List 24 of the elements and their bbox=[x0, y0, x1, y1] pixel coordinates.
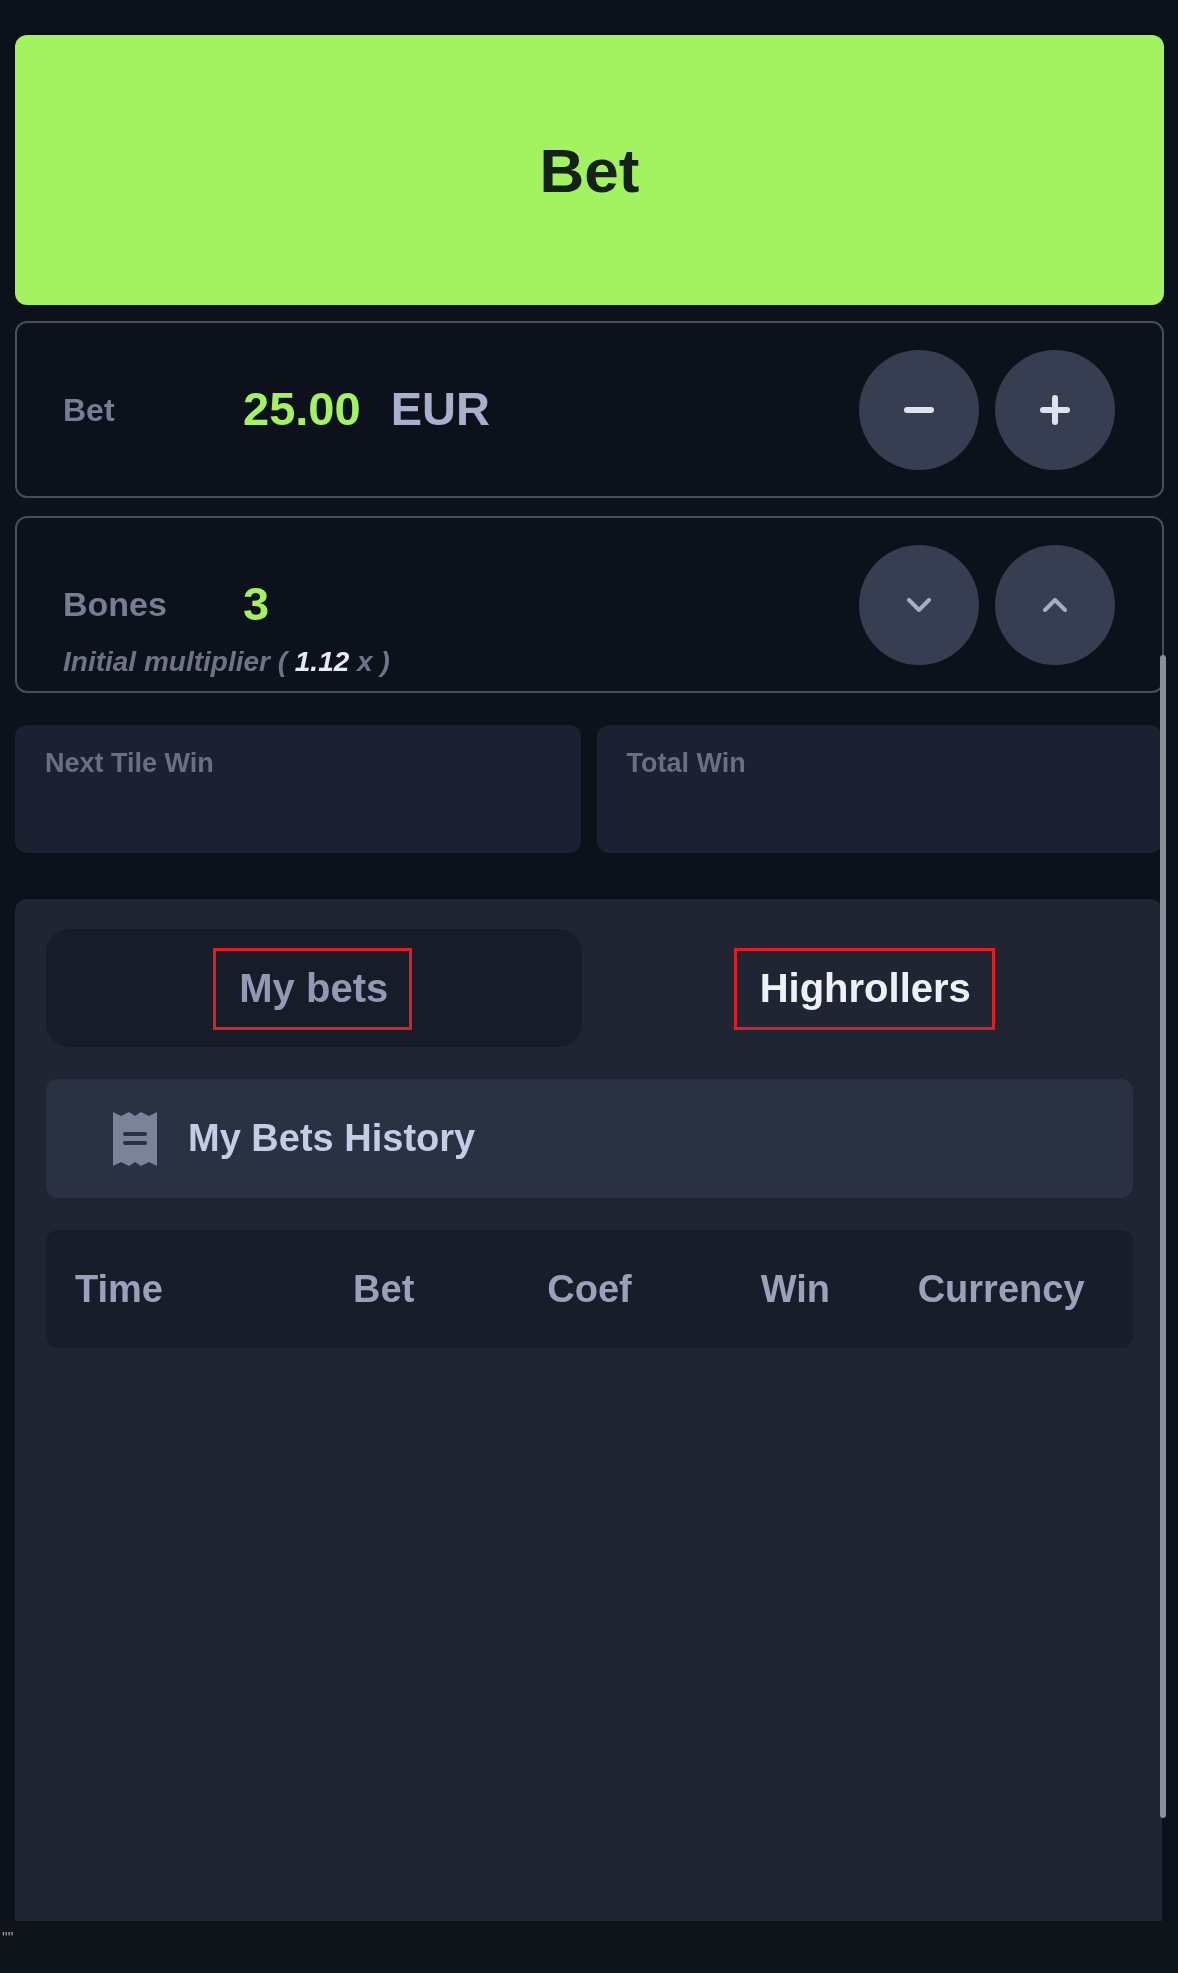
bones-count: 3 bbox=[243, 575, 270, 632]
bets-history-title: My Bets History bbox=[188, 1116, 476, 1161]
column-header: Bet bbox=[352, 1266, 416, 1312]
column-header: Currency bbox=[916, 1266, 1086, 1312]
column-header: Coef bbox=[546, 1266, 633, 1312]
chevron-down-icon bbox=[907, 598, 931, 612]
minus-icon bbox=[904, 406, 934, 413]
currency-label: EUR bbox=[390, 381, 490, 438]
bet-button[interactable]: Bet bbox=[15, 35, 1164, 305]
win-card-label: Total Win bbox=[626, 748, 746, 778]
column-header: Win bbox=[759, 1266, 831, 1312]
initial-multiplier-text: Initial multiplier ( 1.12 x ) bbox=[63, 645, 390, 679]
win-card-label: Next Tile Win bbox=[45, 748, 214, 778]
bet-amount-value: 25.00 bbox=[243, 381, 361, 438]
column-header: Time bbox=[75, 1266, 164, 1312]
bet-label: Bet bbox=[63, 390, 116, 430]
chevron-up-icon bbox=[1043, 598, 1067, 612]
tab[interactable]: Highrollers bbox=[597, 929, 1133, 1047]
receipt-icon bbox=[113, 1111, 157, 1166]
bones-label: Bones bbox=[63, 583, 168, 625]
tab[interactable]: My bets bbox=[46, 929, 582, 1047]
plus-icon bbox=[1040, 394, 1070, 425]
scrollbar-thumb[interactable] bbox=[1160, 655, 1166, 1818]
footer-text: "" bbox=[2, 1930, 14, 1947]
